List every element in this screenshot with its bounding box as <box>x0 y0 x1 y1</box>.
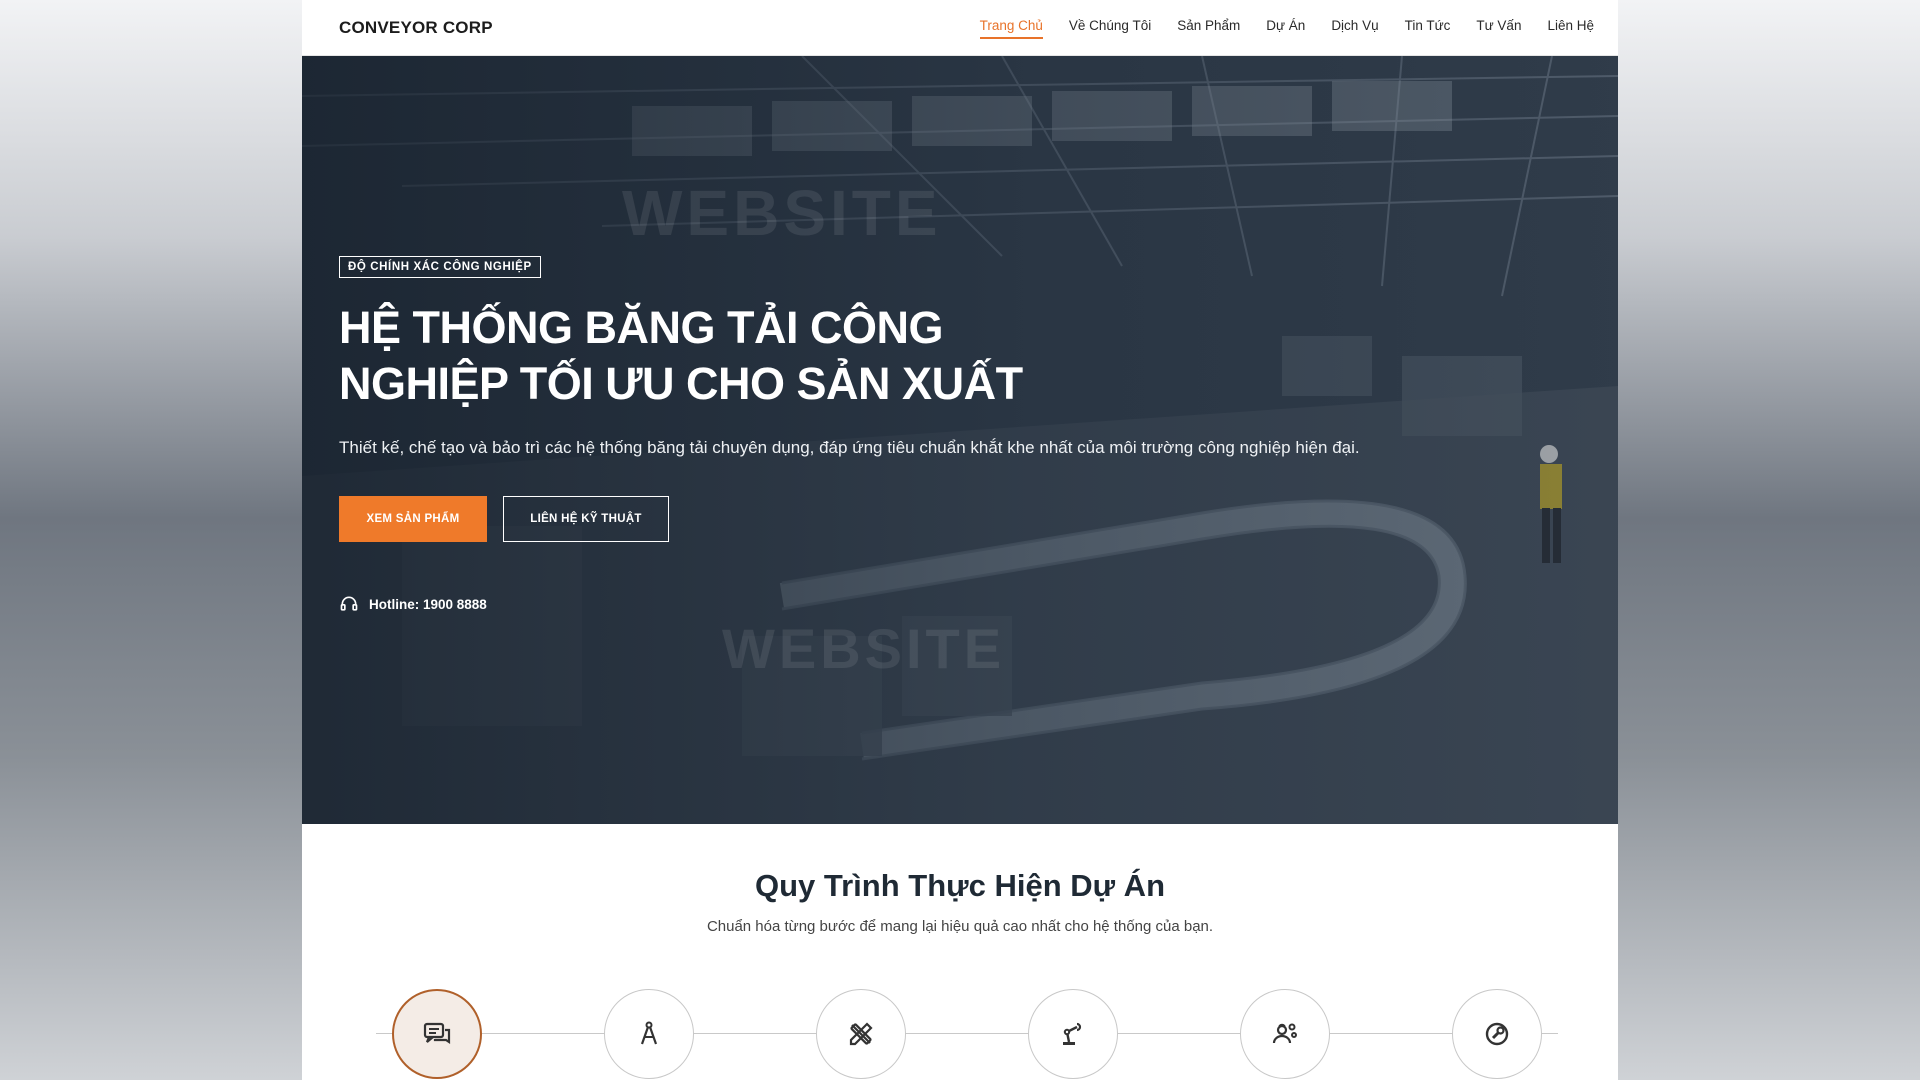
logo[interactable]: CONVEYOR CORP <box>339 18 493 38</box>
step-survey[interactable] <box>604 989 694 1079</box>
headset-icon <box>340 596 358 611</box>
nav-item-home[interactable]: Trang Chủ <box>979 18 1044 39</box>
step-design[interactable] <box>816 989 906 1079</box>
drafting-compass-icon <box>640 1021 658 1045</box>
installation-team-icon <box>1272 1023 1297 1044</box>
steps-connector-line <box>376 1033 1558 1034</box>
robotic-arm-icon <box>1063 1022 1082 1045</box>
contact-engineering-button[interactable]: LIÊN HỆ KỸ THUẬT <box>503 496 669 542</box>
process-title: Quy Trình Thực Hiện Dự Án <box>754 868 1166 903</box>
hero-tag: ĐỘ CHÍNH XÁC CÔNG NGHIỆP <box>339 256 541 278</box>
hero-section: WEBSITE WEBSITE ĐỘ CHÍNH XÁC CÔNG NGHIỆP… <box>302 56 1618 824</box>
step-installation[interactable] <box>1240 989 1330 1079</box>
design-tools-icon <box>849 1022 873 1046</box>
step-consultation[interactable] <box>392 989 482 1079</box>
hero-content: ĐỘ CHÍNH XÁC CÔNG NGHIỆP HỆ THỐNG BĂNG T… <box>339 256 1539 614</box>
consultation-icon <box>423 1022 451 1045</box>
hero-buttons: XEM SẢN PHẨM LIÊN HỆ KỸ THUẬT <box>339 496 1539 542</box>
watermark: WEBSITE <box>622 177 942 249</box>
main-nav: Trang Chủ Về Chúng Tôi Sản Phẩm Dự Án Dị… <box>979 18 1594 39</box>
site-header: CONVEYOR CORP Trang Chủ Về Chúng Tôi Sản… <box>302 0 1618 56</box>
view-products-button[interactable]: XEM SẢN PHẨM <box>339 496 487 542</box>
step-maintenance[interactable] <box>1452 989 1542 1079</box>
nav-item-contact[interactable]: Liên Hệ <box>1547 18 1594 37</box>
nav-item-consulting[interactable]: Tư Vấn <box>1476 18 1521 37</box>
hotline-text: Hotline: 1900 8888 <box>369 596 487 612</box>
nav-item-services[interactable]: Dịch Vụ <box>1331 18 1378 37</box>
maintenance-wrench-icon <box>1485 1022 1509 1046</box>
nav-item-news[interactable]: Tin Tức <box>1405 18 1451 37</box>
hero-subtitle: Thiết kế, chế tạo và bảo trì các hệ thốn… <box>339 438 1360 457</box>
process-steps <box>302 989 1618 1079</box>
watermark: WEBSITE <box>722 617 1006 680</box>
nav-item-products[interactable]: Sản Phẩm <box>1177 18 1240 37</box>
page: CONVEYOR CORP Trang Chủ Về Chúng Tôi Sản… <box>302 0 1618 1080</box>
hotline[interactable]: Hotline: 1900 8888 <box>339 594 1539 614</box>
step-fabrication[interactable] <box>1028 989 1118 1079</box>
hero-title: HỆ THỐNG BĂNG TẢI CÔNG NGHIỆP TỐI ƯU CHO… <box>339 302 1023 409</box>
nav-item-projects[interactable]: Dự Án <box>1266 18 1305 37</box>
nav-item-about[interactable]: Về Chúng Tôi <box>1069 18 1151 37</box>
process-subtitle: Chuẩn hóa từng bước để mang lại hiệu quả… <box>706 918 1214 935</box>
process-section: Quy Trình Thực Hiện Dự Án Chuẩn hóa từng… <box>302 824 1618 1079</box>
